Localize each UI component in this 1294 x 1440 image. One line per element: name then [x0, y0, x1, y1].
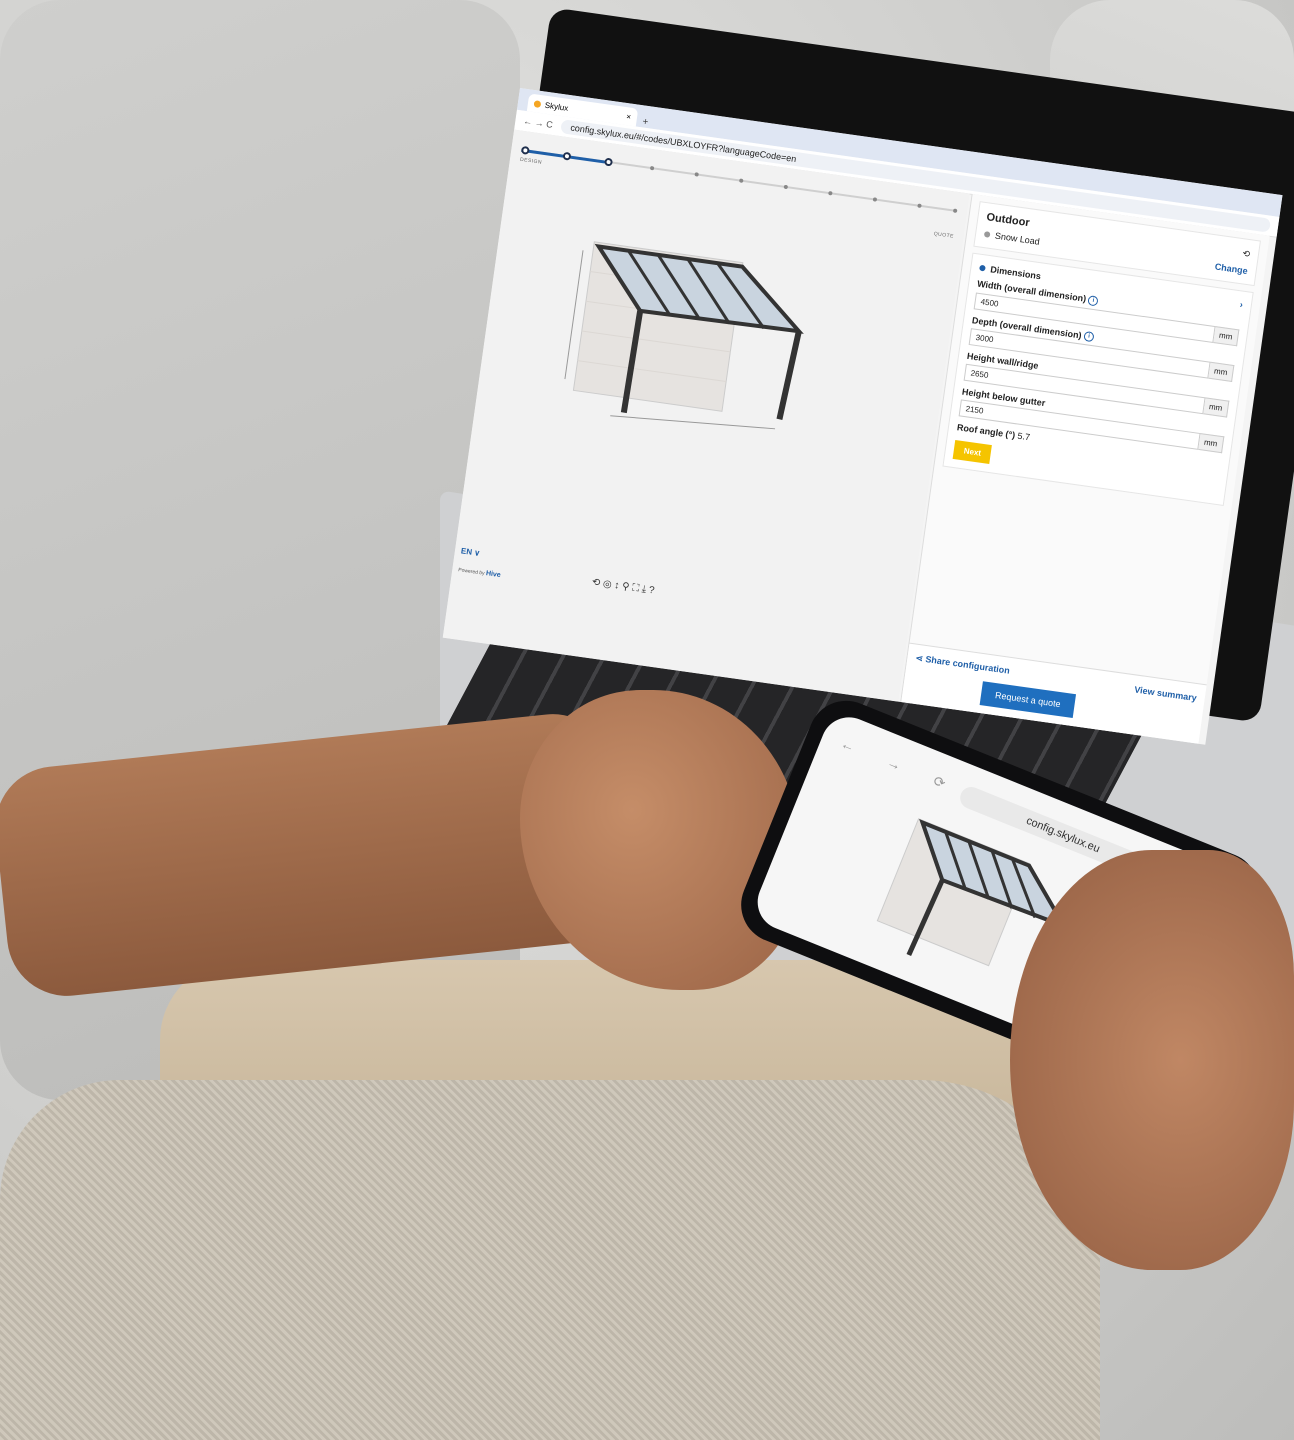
step-9[interactable]: [872, 197, 878, 202]
laptop-screen: Skylux × + ← → C config.skylux.eu/#/code…: [442, 88, 1283, 745]
nav-buttons[interactable]: ← → C: [523, 116, 554, 130]
height-gutter-unit: mm: [1197, 433, 1225, 454]
step-4[interactable]: [649, 165, 655, 171]
powered-by-label: Powered by: [457, 567, 485, 577]
step-7[interactable]: [783, 184, 789, 190]
photo-scene: Skylux × + ← → C config.skylux.eu/#/code…: [0, 0, 1294, 1440]
knit-sweater: [0, 1080, 1100, 1440]
stepper-end-label: QUOTE: [933, 231, 955, 240]
roof-angle-label: Roof angle (°): [956, 422, 1016, 441]
tab-close-icon[interactable]: ×: [626, 112, 632, 122]
history-icon[interactable]: ⟲: [1242, 248, 1251, 260]
outdoor-title: Outdoor: [985, 211, 1031, 230]
hive-logo: Hive: [485, 570, 502, 580]
step-1[interactable]: [520, 145, 530, 155]
step-8[interactable]: [828, 190, 833, 196]
veranda-3d-model[interactable]: [548, 229, 833, 463]
model-viewer[interactable]: DESIGN QUOTE EN ∨ Powered by Hive ⟲ ◎ ↕ …: [442, 129, 970, 702]
dimensions-label: Dimensions: [989, 264, 1042, 282]
width-unit: mm: [1212, 325, 1240, 346]
powered-by: Powered by Hive: [458, 566, 501, 579]
step-6[interactable]: [738, 178, 744, 183]
share-configuration-link[interactable]: ⋖ Share configuration: [915, 653, 1011, 677]
tab-title: Skylux: [544, 100, 569, 113]
roof-angle-value: 5.7: [1016, 430, 1031, 443]
next-button[interactable]: Next: [952, 440, 993, 465]
favicon-icon: [533, 99, 542, 108]
dimensions-card: Dimensions › Width (overall dimension) i…: [942, 252, 1254, 507]
depth-unit: mm: [1207, 361, 1235, 383]
info-icon: i: [1087, 294, 1100, 307]
step-3[interactable]: [604, 157, 614, 167]
view-summary-link[interactable]: View summary: [1134, 684, 1198, 703]
viewer-toolbar-icons[interactable]: ⟲ ◎ ↕ ⚲ ⛶ ⤓ ?: [591, 577, 655, 597]
configurator-app: DESIGN QUOTE EN ∨ Powered by Hive ⟲ ◎ ↕ …: [442, 129, 1277, 745]
new-tab-button[interactable]: +: [642, 116, 649, 128]
chevron-right-icon[interactable]: ›: [1239, 299, 1243, 309]
request-quote-button[interactable]: Request a quote: [979, 681, 1077, 719]
change-link[interactable]: Change: [1214, 261, 1248, 275]
step-10[interactable]: [917, 203, 922, 209]
stepper-start-label: DESIGN: [519, 156, 543, 166]
info-icon: i: [1083, 331, 1095, 343]
step-11[interactable]: [952, 208, 958, 214]
dimensions-radio-icon: [979, 264, 986, 272]
snow-load-label: Snow Load: [994, 230, 1041, 247]
language-selector[interactable]: EN ∨: [460, 546, 480, 558]
step-5[interactable]: [694, 172, 699, 177]
height-wall-unit: mm: [1202, 397, 1230, 418]
snow-load-radio-icon: [983, 231, 991, 238]
right-hand: [1010, 850, 1294, 1270]
step-2[interactable]: [562, 151, 572, 161]
